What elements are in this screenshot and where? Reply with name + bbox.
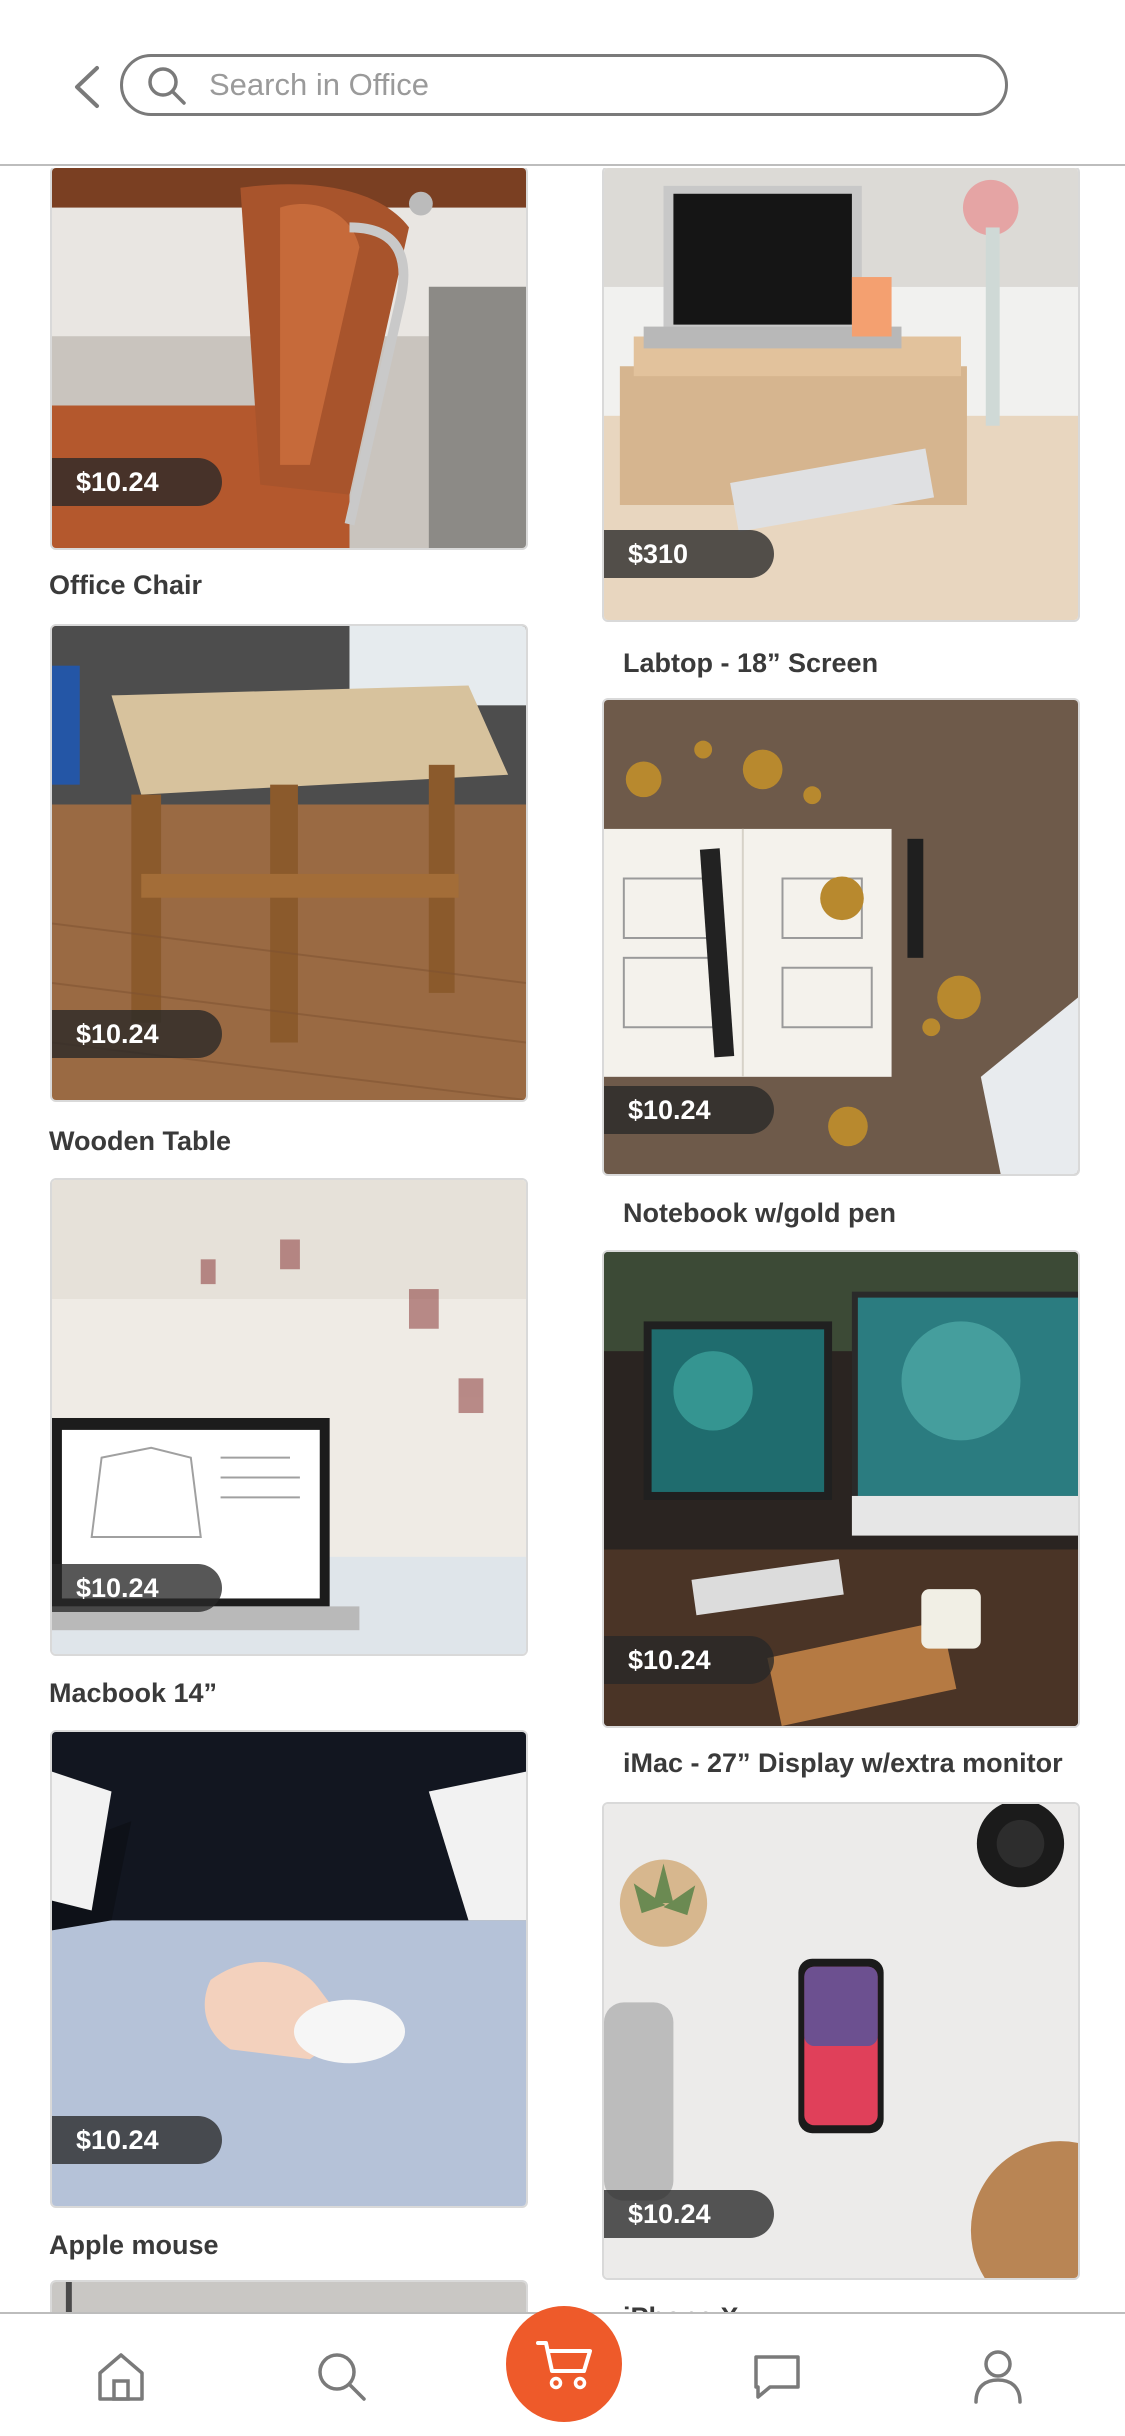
- tab-home[interactable]: [85, 2340, 157, 2412]
- product-card-wooden-table[interactable]: $10.24: [50, 624, 528, 1102]
- price-badge: $10.24: [52, 458, 222, 506]
- product-card-imac[interactable]: $10.24: [602, 1250, 1080, 1728]
- profile-icon: [974, 2350, 1022, 2404]
- price-badge: $10.24: [52, 2116, 222, 2164]
- product-title: iMac - 27” Display w/extra monitor: [623, 1748, 1063, 1778]
- price-badge: $10.24: [52, 1010, 222, 1058]
- product-title: Office Chair: [49, 570, 203, 600]
- product-card-partial[interactable]: [50, 2280, 528, 2312]
- cart-icon: [536, 2341, 592, 2390]
- search-field[interactable]: [120, 54, 1008, 116]
- chevron-left-icon: [75, 66, 99, 108]
- product-image: [52, 2282, 526, 2312]
- cart-button[interactable]: [506, 2306, 622, 2422]
- price-badge: $10.24: [604, 1636, 774, 1684]
- search-input[interactable]: [209, 60, 969, 110]
- product-title: Macbook 14”: [49, 1678, 218, 1708]
- tab-messages[interactable]: [741, 2340, 813, 2412]
- product-card-notebook[interactable]: $10.24: [602, 698, 1080, 1176]
- search-icon: [318, 2353, 366, 2401]
- product-card-iphone[interactable]: $10.24: [602, 1802, 1080, 2280]
- chat-icon: [754, 2355, 800, 2399]
- price-badge: $10.24: [52, 1564, 222, 1612]
- product-card-laptop[interactable]: $310: [602, 168, 1080, 622]
- tab-profile[interactable]: [962, 2340, 1034, 2412]
- product-card-office-chair[interactable]: $10.24: [50, 168, 528, 550]
- product-grid: $10.24 Office Chair $310 Labtop - 18” Sc…: [0, 168, 1125, 2312]
- bottom-tab-bar: [0, 2306, 1125, 2436]
- tab-search[interactable]: [305, 2340, 377, 2412]
- back-button[interactable]: [62, 60, 110, 114]
- price-badge: $10.24: [604, 1086, 774, 1134]
- product-card-macbook[interactable]: $10.24: [50, 1178, 528, 1656]
- price-badge: $10.24: [604, 2190, 774, 2238]
- product-title: iPhone X: [623, 2302, 739, 2312]
- product-title: Notebook w/gold pen: [623, 1198, 896, 1228]
- search-icon: [148, 67, 186, 105]
- product-title: Wooden Table: [49, 1126, 231, 1156]
- product-title: Apple mouse: [49, 2230, 219, 2260]
- product-card-apple-mouse[interactable]: $10.24: [50, 1730, 528, 2208]
- product-title: Labtop - 18” Screen: [623, 648, 879, 678]
- price-badge: $310: [604, 530, 774, 578]
- home-icon: [98, 2353, 144, 2401]
- header-bar: [0, 0, 1125, 166]
